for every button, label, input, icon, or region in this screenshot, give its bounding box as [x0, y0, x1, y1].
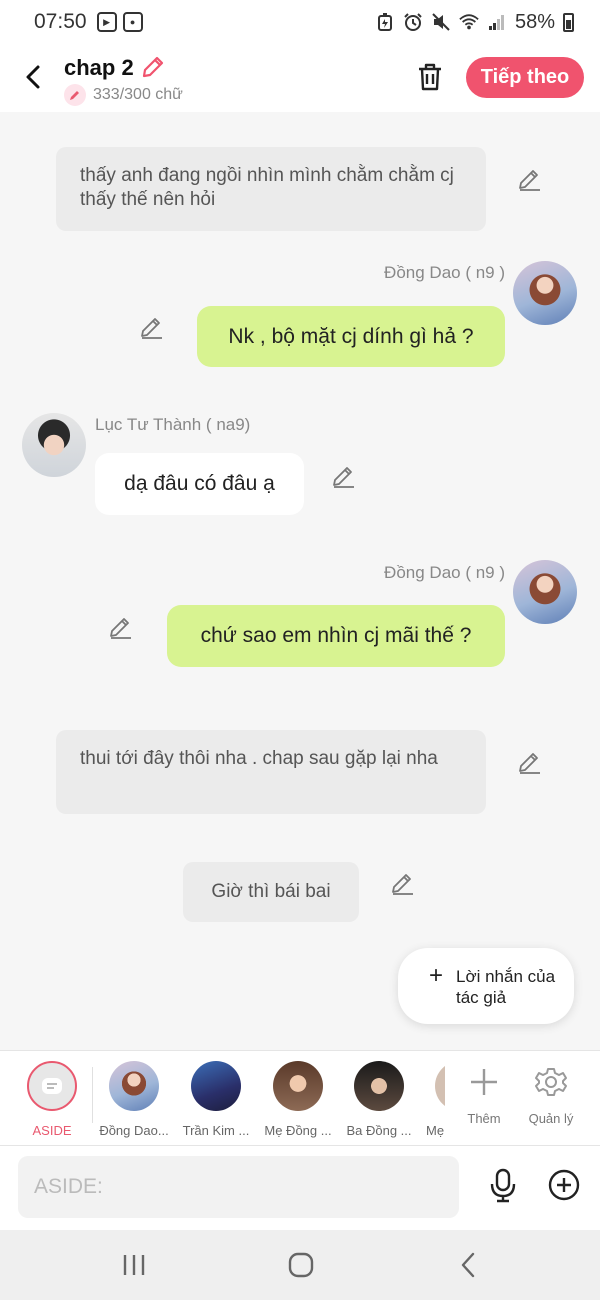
edit-message-button[interactable] [517, 166, 543, 192]
character-item[interactable]: Mẹ Đồng ... [258, 1061, 338, 1138]
delete-button[interactable] [414, 61, 446, 93]
wifi-icon [459, 12, 479, 32]
plus-icon: + [429, 962, 444, 989]
microphone-icon [490, 1168, 516, 1203]
character-item[interactable]: Đồng Dao... [94, 1061, 174, 1138]
author-note-button[interactable]: + Lời nhắn của tác giả [398, 948, 574, 1024]
pencil-icon [519, 170, 540, 191]
pencil-icon [333, 467, 354, 488]
add-label: Thêm [467, 1111, 501, 1126]
character-name: Đồng Dao... [99, 1123, 169, 1138]
attach-button[interactable] [547, 1168, 581, 1202]
plus-circle-icon [548, 1169, 580, 1201]
composer [0, 1146, 600, 1230]
chapter-header: chap 2 333/300 chữ Tiếp theo [0, 44, 600, 112]
chat-area[interactable]: thấy anh đang ngồi nhìn mình chằm chằm c… [0, 112, 600, 1050]
message-input[interactable] [18, 1156, 459, 1218]
avatar [273, 1061, 323, 1111]
pencil-icon [392, 874, 413, 895]
gear-icon [534, 1065, 568, 1099]
edit-message-button[interactable] [517, 749, 543, 775]
back-button[interactable] [18, 62, 48, 92]
pencil-icon [142, 56, 164, 78]
narration-bubble[interactable]: thui tới đây thôi nha . chap sau gặp lại… [56, 730, 486, 814]
sender-name: Lục Tư Thành ( na9) [95, 415, 251, 434]
character-bar: ASIDE Đồng Dao... Trần Kim ... Mẹ Đồng .… [0, 1050, 600, 1146]
system-nav-bar [0, 1230, 600, 1300]
edit-message-button[interactable] [331, 463, 357, 489]
battery-percent: 58% [514, 10, 555, 33]
manage-label: Quản lý [528, 1111, 574, 1126]
word-count-text: 333/300 chữ [93, 86, 183, 103]
pencil-badge-icon [64, 84, 86, 106]
avatar [435, 1061, 445, 1111]
character-name: Mẹ [426, 1123, 445, 1138]
word-counter: 333/300 chữ [64, 84, 183, 106]
avatar[interactable] [513, 261, 577, 325]
divider [92, 1067, 93, 1123]
avatar[interactable] [22, 413, 86, 477]
microphone-button[interactable] [486, 1168, 520, 1204]
pencil-icon [110, 618, 131, 639]
chapter-title: chap 2 [64, 55, 134, 80]
narration-bubble[interactable]: Giờ thì bái bai [183, 862, 359, 922]
avatar [354, 1061, 404, 1111]
notification-play-icon: ▶ [96, 12, 117, 32]
character-item[interactable]: Trần Kim ... [176, 1061, 256, 1138]
pencil-icon [141, 318, 162, 339]
edit-message-button[interactable] [108, 614, 134, 640]
notification-record-icon: ● [122, 12, 143, 32]
avatar [109, 1061, 159, 1111]
sender-name: Đồng Dao ( n9 ) [384, 563, 505, 582]
status-bar: 07:50 ▶ ● 58% [0, 0, 600, 44]
aside-avatar [27, 1061, 77, 1111]
plus-icon [467, 1065, 501, 1099]
sender-name: Đồng Dao ( n9 ) [384, 263, 505, 282]
alarm-icon [403, 12, 423, 32]
character-item[interactable]: Mẹ [421, 1061, 445, 1138]
edit-message-button[interactable] [139, 314, 165, 340]
avatar[interactable] [513, 560, 577, 624]
chevron-left-icon [26, 65, 40, 89]
message-bubble[interactable]: chứ sao em nhìn cj mãi thế ? [167, 605, 505, 667]
next-button[interactable]: Tiếp theo [466, 57, 584, 98]
pencil-icon [519, 753, 540, 774]
status-time: 07:50 [34, 10, 87, 33]
home-button[interactable] [286, 1250, 316, 1280]
character-name: Mẹ Đồng ... [264, 1123, 332, 1138]
battery-icon [563, 12, 574, 32]
character-name: Ba Đồng ... [346, 1123, 412, 1138]
message-bubble[interactable]: dạ đâu có đâu ạ [95, 453, 304, 515]
avatar [191, 1061, 241, 1111]
edit-message-button[interactable] [390, 870, 416, 896]
author-note-label: Lời nhắn của tác giả [456, 967, 556, 1007]
comment-icon [42, 1078, 62, 1094]
edit-title-button[interactable] [140, 54, 166, 80]
character-item[interactable]: Ba Đồng ... [339, 1061, 419, 1138]
trash-icon [419, 63, 441, 91]
signal-icon [487, 12, 507, 32]
back-nav-button[interactable] [454, 1250, 484, 1280]
message-bubble[interactable]: Nk , bộ mặt cj dính gì hả ? [197, 306, 505, 367]
chevron-left-icon [461, 1252, 475, 1278]
add-character-button[interactable]: Thêm [452, 1065, 516, 1126]
recents-icon [123, 1255, 145, 1275]
narration-bubble[interactable]: thấy anh đang ngồi nhìn mình chằm chằm c… [56, 147, 486, 231]
character-name: ASIDE [32, 1123, 72, 1138]
mute-icon [431, 12, 451, 32]
character-aside[interactable]: ASIDE [12, 1061, 92, 1138]
manage-button[interactable]: Quản lý [519, 1065, 583, 1126]
recents-button[interactable] [119, 1250, 149, 1280]
home-icon [288, 1252, 314, 1278]
battery-saver-icon [375, 12, 395, 32]
character-name: Trần Kim ... [182, 1123, 250, 1138]
